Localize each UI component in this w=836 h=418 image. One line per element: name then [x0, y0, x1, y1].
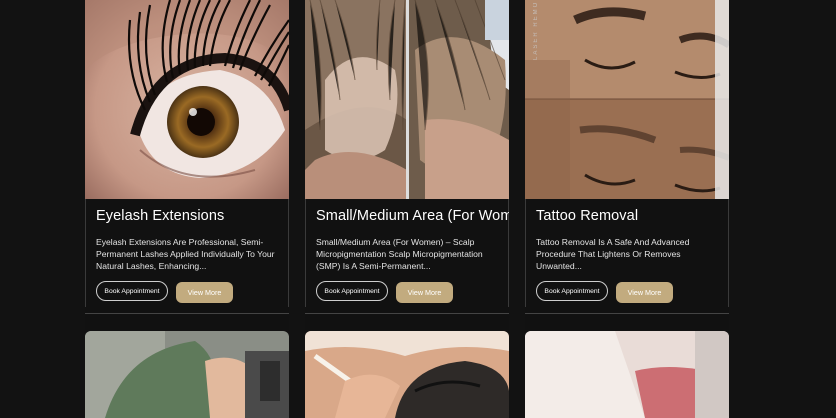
image-watermark-text: LASER REMO [533, 0, 539, 60]
card-border-left [305, 199, 306, 307]
card-description: Tattoo Removal Is A Safe And Advanced Pr… [536, 237, 690, 271]
view-more-button[interactable]: View More [396, 282, 453, 303]
service-photo [525, 331, 729, 418]
service-card-eyelash: Eyelash Extensions Eyelash Extensions Ar… [85, 0, 289, 330]
view-more-button[interactable]: View More [176, 282, 233, 303]
view-more-button[interactable]: View More [616, 282, 673, 303]
card-divider [85, 313, 289, 314]
service-card-row2-1[interactable] [85, 331, 289, 418]
card-title: Small/Medium Area (For Women) [316, 208, 509, 224]
scalp-micropigmentation-photo[interactable] [305, 0, 509, 199]
card-border-right [288, 199, 289, 307]
card-description: Eyelash Extensions Are Professional, Sem… [96, 237, 275, 271]
service-card-row2-2[interactable] [305, 331, 509, 418]
service-photo [305, 331, 509, 418]
eyelash-photo[interactable] [85, 0, 289, 199]
card-border-left [85, 199, 86, 307]
card-title: Tattoo Removal [536, 208, 639, 224]
card-border-left [525, 199, 526, 307]
service-card-scalp: Small/Medium Area (For Women) Small/Medi… [305, 0, 509, 330]
service-photo [85, 331, 289, 418]
card-divider [305, 313, 509, 314]
card-description: Small/Medium Area (For Women) – Scalp Mi… [316, 237, 483, 271]
service-card-row2-3[interactable] [525, 331, 729, 418]
book-appointment-button[interactable]: Book Appointment [96, 281, 168, 301]
book-appointment-button[interactable]: Book Appointment [536, 281, 608, 301]
tattoo-removal-photo[interactable] [525, 0, 729, 199]
book-appointment-button[interactable]: Book Appointment [316, 281, 388, 301]
service-card-tattoo: LASER REMO Tattoo Removal Tattoo Removal… [525, 0, 729, 330]
card-border-right [728, 199, 729, 307]
card-title: Eyelash Extensions [96, 208, 225, 224]
card-divider [525, 313, 729, 314]
